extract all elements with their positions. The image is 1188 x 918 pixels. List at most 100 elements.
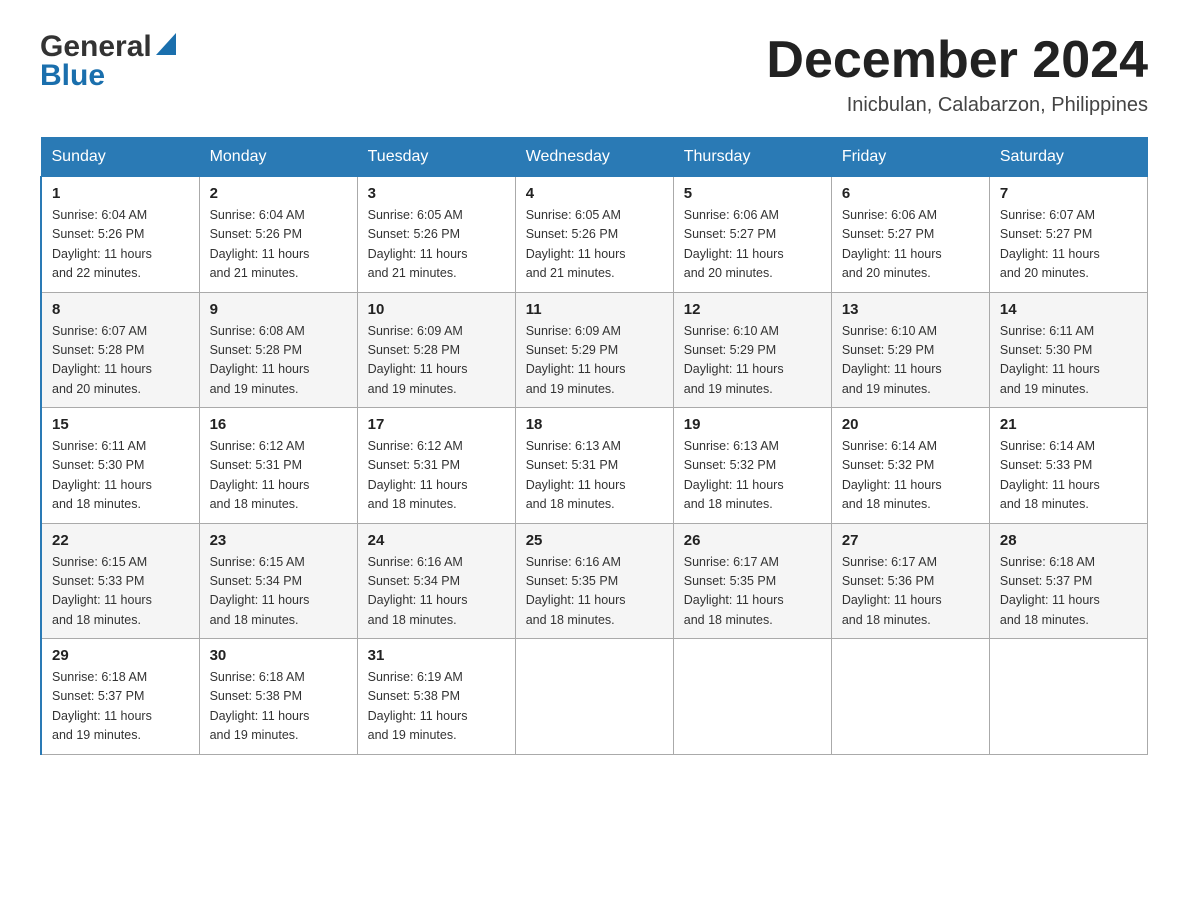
day-number: 26: [684, 532, 821, 549]
day-detail: Sunrise: 6:13 AMSunset: 5:31 PMDaylight:…: [526, 437, 663, 515]
day-detail: Sunrise: 6:05 AMSunset: 5:26 PMDaylight:…: [526, 206, 663, 284]
day-number: 11: [526, 301, 663, 318]
day-number: 12: [684, 301, 821, 318]
calendar-week-row: 15 Sunrise: 6:11 AMSunset: 5:30 PMDayligh…: [41, 408, 1148, 524]
calendar-week-row: 22Sunrise: 6:15 AMSunset: 5:33 PMDayligh…: [41, 523, 1148, 639]
table-row: 27Sunrise: 6:17 AMSunset: 5:36 PMDayligh…: [831, 523, 989, 639]
day-number: 17: [368, 416, 505, 433]
day-number: 9: [210, 301, 347, 318]
table-row: 20 Sunrise: 6:14 AMSunset: 5:32 PMDayligh…: [831, 408, 989, 524]
day-detail: Sunrise: 6:05 AMSunset: 5:26 PMDaylight:…: [368, 206, 505, 284]
day-number: 5: [684, 185, 821, 202]
header-sunday: Sunday: [41, 138, 199, 177]
day-number: 10: [368, 301, 505, 318]
day-detail: Sunrise: 6:16 AMSunset: 5:34 PMDaylight:…: [368, 553, 505, 631]
day-number: 23: [210, 532, 347, 549]
day-detail: Sunrise: 6:19 AMSunset: 5:38 PMDaylight:…: [368, 668, 505, 746]
day-number: 25: [526, 532, 663, 549]
header-friday: Friday: [831, 138, 989, 177]
calendar-week-row: 29Sunrise: 6:18 AMSunset: 5:37 PMDayligh…: [41, 639, 1148, 755]
location-text: Inicbulan, Calabarzon, Philippines: [766, 94, 1148, 117]
day-detail: Sunrise: 6:18 AMSunset: 5:37 PMDaylight:…: [1000, 553, 1137, 631]
page-header: General Blue December 2024 Inicbulan, Ca…: [40, 30, 1148, 117]
table-row: 17 Sunrise: 6:12 AMSunset: 5:31 PMDayligh…: [357, 408, 515, 524]
day-number: 18: [526, 416, 663, 433]
day-detail: Sunrise: 6:15 AMSunset: 5:33 PMDaylight:…: [52, 553, 189, 631]
day-number: 8: [52, 301, 189, 318]
table-row: 31 Sunrise: 6:19 AMSunset: 5:38 PMDayligh…: [357, 639, 515, 755]
calendar-week-row: 8Sunrise: 6:07 AMSunset: 5:28 PMDaylight…: [41, 292, 1148, 408]
day-detail: Sunrise: 6:07 AMSunset: 5:27 PMDaylight:…: [1000, 206, 1137, 284]
calendar-body: 1 Sunrise: 6:04 AMSunset: 5:26 PMDaylight…: [41, 177, 1148, 755]
day-detail: Sunrise: 6:12 AMSunset: 5:31 PMDaylight:…: [368, 437, 505, 515]
day-detail: Sunrise: 6:18 AMSunset: 5:37 PMDaylight:…: [52, 668, 189, 746]
day-number: 6: [842, 185, 979, 202]
table-row: 21Sunrise: 6:14 AMSunset: 5:33 PMDayligh…: [989, 408, 1147, 524]
title-section: December 2024 Inicbulan, Calabarzon, Phi…: [766, 30, 1148, 117]
day-number: 16: [210, 416, 347, 433]
day-number: 1: [52, 185, 189, 202]
day-detail: Sunrise: 6:16 AMSunset: 5:35 PMDaylight:…: [526, 553, 663, 631]
table-row: 8Sunrise: 6:07 AMSunset: 5:28 PMDaylight…: [41, 292, 199, 408]
header-wednesday: Wednesday: [515, 138, 673, 177]
day-detail: Sunrise: 6:11 AMSunset: 5:30 PMDaylight:…: [1000, 322, 1137, 400]
table-row: 16 Sunrise: 6:12 AMSunset: 5:31 PMDayligh…: [199, 408, 357, 524]
table-row: 12 Sunrise: 6:10 AMSunset: 5:29 PMDayligh…: [673, 292, 831, 408]
day-number: 31: [368, 647, 505, 664]
table-row: 2 Sunrise: 6:04 AMSunset: 5:26 PMDaylight…: [199, 177, 357, 293]
table-row: 30Sunrise: 6:18 AMSunset: 5:38 PMDayligh…: [199, 639, 357, 755]
day-number: 15: [52, 416, 189, 433]
header-tuesday: Tuesday: [357, 138, 515, 177]
day-detail: Sunrise: 6:17 AMSunset: 5:36 PMDaylight:…: [842, 553, 979, 631]
table-row: 19Sunrise: 6:13 AMSunset: 5:32 PMDayligh…: [673, 408, 831, 524]
day-number: 2: [210, 185, 347, 202]
table-row: [515, 639, 673, 755]
table-row: [989, 639, 1147, 755]
table-row: 15 Sunrise: 6:11 AMSunset: 5:30 PMDayligh…: [41, 408, 199, 524]
table-row: 14 Sunrise: 6:11 AMSunset: 5:30 PMDayligh…: [989, 292, 1147, 408]
table-row: 24Sunrise: 6:16 AMSunset: 5:34 PMDayligh…: [357, 523, 515, 639]
day-detail: Sunrise: 6:06 AMSunset: 5:27 PMDaylight:…: [684, 206, 821, 284]
table-row: 3Sunrise: 6:05 AMSunset: 5:26 PMDaylight…: [357, 177, 515, 293]
calendar-header: Sunday Monday Tuesday Wednesday Thursday…: [41, 138, 1148, 177]
table-row: 18 Sunrise: 6:13 AMSunset: 5:31 PMDayligh…: [515, 408, 673, 524]
day-number: 28: [1000, 532, 1137, 549]
day-number: 13: [842, 301, 979, 318]
table-row: 5 Sunrise: 6:06 AMSunset: 5:27 PMDaylight…: [673, 177, 831, 293]
table-row: 26 Sunrise: 6:17 AMSunset: 5:35 PMDayligh…: [673, 523, 831, 639]
day-detail: Sunrise: 6:14 AMSunset: 5:32 PMDaylight:…: [842, 437, 979, 515]
table-row: 9 Sunrise: 6:08 AMSunset: 5:28 PMDaylight…: [199, 292, 357, 408]
weekday-header-row: Sunday Monday Tuesday Wednesday Thursday…: [41, 138, 1148, 177]
table-row: 11Sunrise: 6:09 AMSunset: 5:29 PMDayligh…: [515, 292, 673, 408]
month-title: December 2024: [766, 30, 1148, 90]
table-row: 22Sunrise: 6:15 AMSunset: 5:33 PMDayligh…: [41, 523, 199, 639]
day-number: 20: [842, 416, 979, 433]
table-row: 4 Sunrise: 6:05 AMSunset: 5:26 PMDaylight…: [515, 177, 673, 293]
table-row: 13 Sunrise: 6:10 AMSunset: 5:29 PMDayligh…: [831, 292, 989, 408]
logo-arrow-icon: [156, 33, 176, 60]
day-detail: Sunrise: 6:08 AMSunset: 5:28 PMDaylight:…: [210, 322, 347, 400]
day-detail: Sunrise: 6:11 AMSunset: 5:30 PMDaylight:…: [52, 437, 189, 515]
calendar-week-row: 1 Sunrise: 6:04 AMSunset: 5:26 PMDaylight…: [41, 177, 1148, 293]
table-row: [673, 639, 831, 755]
day-number: 7: [1000, 185, 1137, 202]
day-number: 14: [1000, 301, 1137, 318]
day-detail: Sunrise: 6:10 AMSunset: 5:29 PMDaylight:…: [842, 322, 979, 400]
table-row: 6 Sunrise: 6:06 AMSunset: 5:27 PMDaylight…: [831, 177, 989, 293]
header-saturday: Saturday: [989, 138, 1147, 177]
day-number: 4: [526, 185, 663, 202]
table-row: 25 Sunrise: 6:16 AMSunset: 5:35 PMDayligh…: [515, 523, 673, 639]
table-row: 7 Sunrise: 6:07 AMSunset: 5:27 PMDaylight…: [989, 177, 1147, 293]
day-detail: Sunrise: 6:06 AMSunset: 5:27 PMDaylight:…: [842, 206, 979, 284]
day-detail: Sunrise: 6:17 AMSunset: 5:35 PMDaylight:…: [684, 553, 821, 631]
day-detail: Sunrise: 6:10 AMSunset: 5:29 PMDaylight:…: [684, 322, 821, 400]
day-detail: Sunrise: 6:04 AMSunset: 5:26 PMDaylight:…: [210, 206, 347, 284]
table-row: 29Sunrise: 6:18 AMSunset: 5:37 PMDayligh…: [41, 639, 199, 755]
day-detail: Sunrise: 6:12 AMSunset: 5:31 PMDaylight:…: [210, 437, 347, 515]
logo-blue-text: Blue: [40, 59, 176, 92]
day-detail: Sunrise: 6:09 AMSunset: 5:28 PMDaylight:…: [368, 322, 505, 400]
header-monday: Monday: [199, 138, 357, 177]
table-row: 1 Sunrise: 6:04 AMSunset: 5:26 PMDaylight…: [41, 177, 199, 293]
day-detail: Sunrise: 6:04 AMSunset: 5:26 PMDaylight:…: [52, 206, 189, 284]
day-detail: Sunrise: 6:18 AMSunset: 5:38 PMDaylight:…: [210, 668, 347, 746]
